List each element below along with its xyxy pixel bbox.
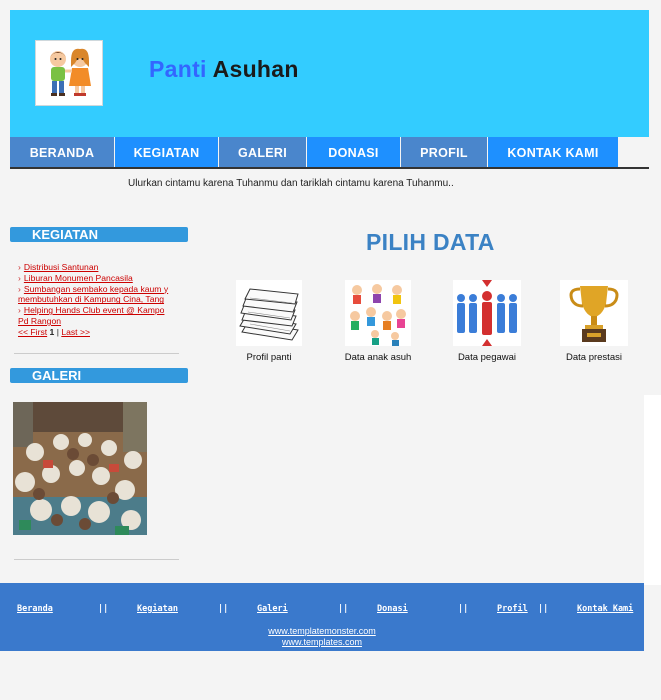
footer-link-kontak-kami[interactable]: Kontak Kami <box>577 604 633 614</box>
site-title: Panti Asuhan <box>149 56 299 83</box>
footer-separator: || <box>98 604 109 614</box>
employees-icon <box>451 280 523 350</box>
footer-link-donasi[interactable]: Donasi <box>377 604 408 614</box>
nav-underline <box>10 167 649 169</box>
card-label: Data prestasi <box>566 352 622 363</box>
post-item[interactable]: › Liburan Monumen Pancasila <box>18 273 179 284</box>
arrow-icon: › <box>18 272 21 283</box>
site-title-part1: Panti <box>149 56 207 82</box>
site-title-part2: Asuhan <box>212 56 299 82</box>
post-item[interactable]: › Helping Hands Club event @ Kampo <box>18 305 179 316</box>
post-link[interactable]: membutuhkan di Kampung Cina, Tang <box>18 294 164 304</box>
card-data-prestasi[interactable]: Data prestasi <box>559 280 629 363</box>
post-link[interactable]: Sumbangan sembako kepada kaum y <box>24 284 168 294</box>
footer-link-galeri[interactable]: Galeri <box>257 604 288 614</box>
nav-item-kontak-kami[interactable]: KONTAK KAMI <box>488 137 618 168</box>
gallery-photo[interactable] <box>13 402 147 535</box>
footer-separator: || <box>338 604 349 614</box>
arrow-icon: › <box>18 262 21 272</box>
card-label: Data pegawai <box>457 352 517 363</box>
sidebar-divider <box>14 353 179 354</box>
post-item-continued[interactable]: Pd Rangon <box>18 316 179 327</box>
right-gap <box>644 395 661 585</box>
first-page-link[interactable]: << First <box>18 327 47 337</box>
card-profil-panti[interactable]: Profil panti <box>235 280 303 363</box>
arrow-icon: › <box>18 283 21 294</box>
nav-item-kegiatan[interactable]: KEGIATAN <box>115 137 218 168</box>
arrow-icon: › <box>18 305 21 316</box>
footer-link-templates[interactable]: www.templates.com <box>0 637 644 647</box>
pagination: << First 1 | Last >> <box>18 327 179 338</box>
post-item-continued[interactable]: membutuhkan di Kampung Cina, Tang <box>18 294 179 305</box>
papers-stack-icon <box>235 280 303 350</box>
nav-item-galeri[interactable]: GALERI <box>219 137 306 168</box>
footer-separator: || <box>218 604 229 614</box>
footer-separator: || <box>458 604 469 614</box>
card-data-anak-asuh[interactable]: Data anak asuh <box>340 280 416 363</box>
page: Panti Asuhan BERANDA KEGIATAN GALERI DON… <box>0 0 661 700</box>
nav-item-beranda[interactable]: BERANDA <box>10 137 114 168</box>
card-label: Data anak asuh <box>344 352 412 363</box>
post-item[interactable]: › Sumbangan sembako kepada kaum y <box>18 284 179 295</box>
tagline: Ulurkan cintamu karena Tuhanmu dan tarik… <box>128 178 454 189</box>
post-link[interactable]: Liburan Monumen Pancasila <box>24 273 133 283</box>
post-list: › Distribusi Santunan › Liburan Monumen Pa… <box>18 262 179 338</box>
post-link[interactable]: Helping Hands Club event @ Kampo <box>24 305 165 315</box>
children-icon <box>340 280 416 350</box>
nav-item-donasi[interactable]: DONASI <box>307 137 400 168</box>
footer-link-beranda[interactable]: Beranda <box>17 604 53 614</box>
sidebar-heading-galeri: GALERI <box>10 368 188 383</box>
card-data-pegawai[interactable]: Data pegawai <box>451 280 523 363</box>
main-nav: BERANDA KEGIATAN GALERI DONASI PROFIL KO… <box>10 137 649 169</box>
footer-link-kegiatan[interactable]: Kegiatan <box>137 604 178 614</box>
logo-children-icon <box>35 40 103 106</box>
footer-separator: || <box>538 604 549 614</box>
trophy-icon <box>559 280 629 350</box>
nav-item-profil[interactable]: PROFIL <box>401 137 487 168</box>
post-link[interactable]: Distribusi Santunan <box>24 262 99 272</box>
card-label: Profil panti <box>246 352 292 363</box>
pilih-data-heading: PILIH DATA <box>366 229 495 255</box>
sidebar-divider <box>14 559 179 560</box>
post-link[interactable]: Pd Rangon <box>18 316 61 326</box>
footer-link-profil[interactable]: Profil <box>497 604 528 614</box>
sidebar-heading-kegiatan: KEGIATAN <box>10 227 188 242</box>
pager-separator: | <box>56 326 59 337</box>
header-banner: Panti Asuhan <box>10 10 649 137</box>
footer-link-templatemonster[interactable]: www.templatemonster.com <box>0 626 644 636</box>
current-page: 1 <box>49 326 55 337</box>
last-page-link[interactable]: Last >> <box>61 327 90 337</box>
post-item[interactable]: › Distribusi Santunan <box>18 262 179 273</box>
